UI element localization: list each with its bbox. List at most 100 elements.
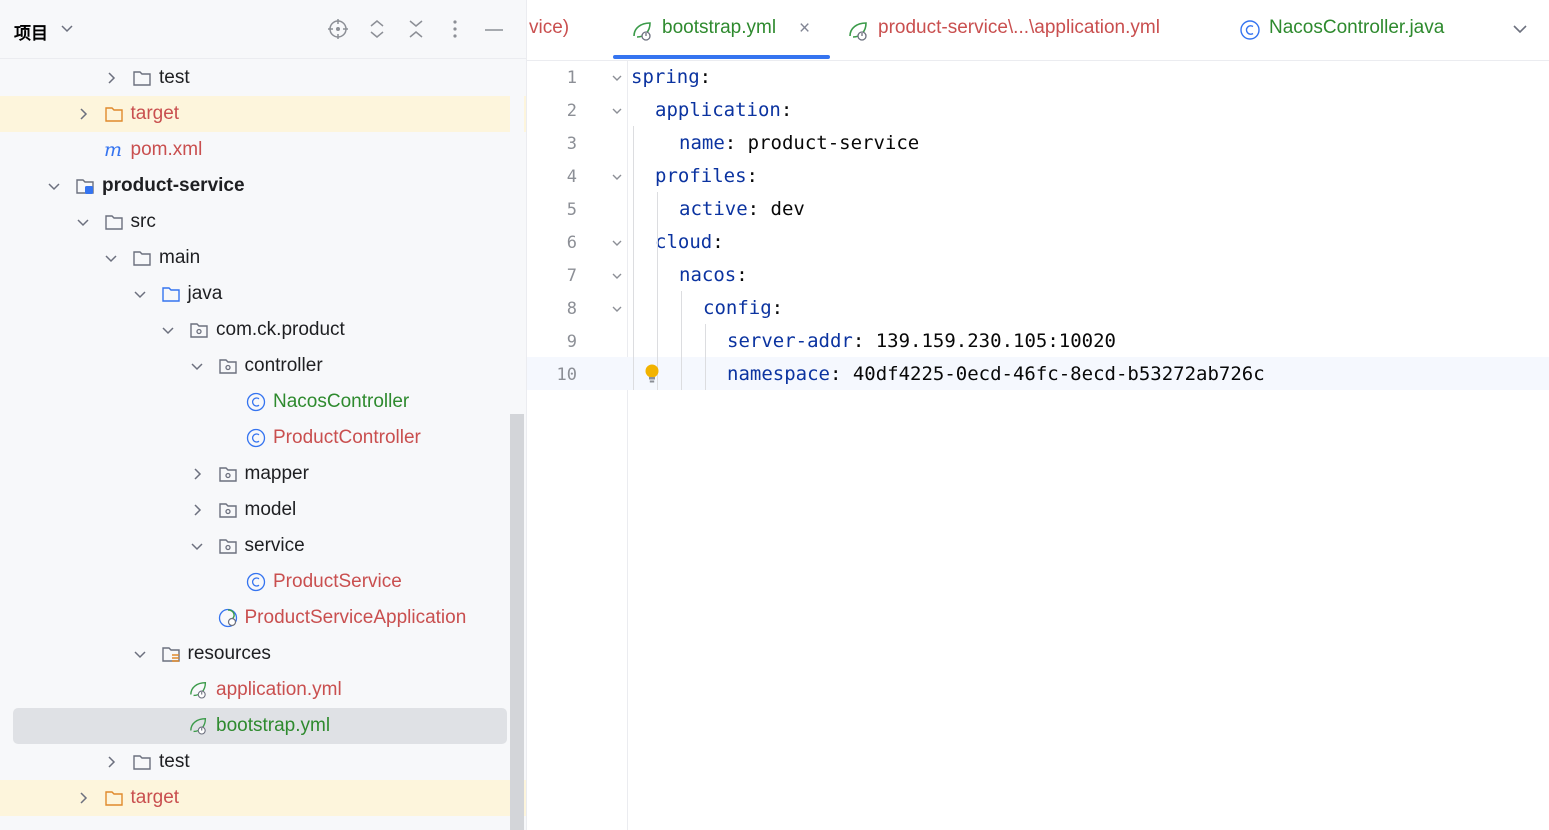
folder-icon xyxy=(132,68,152,88)
lightbulb-icon[interactable] xyxy=(644,363,660,385)
project-panel-title[interactable]: 项目 xyxy=(14,19,48,44)
chevron-down-icon[interactable] xyxy=(190,539,204,553)
code-line[interactable]: spring: xyxy=(631,66,711,88)
tree-row[interactable]: model xyxy=(0,492,526,528)
fold-chevron-icon[interactable] xyxy=(610,302,624,316)
chevron-down-icon[interactable] xyxy=(104,251,118,265)
tree-item-label: product-service xyxy=(102,175,245,196)
chevron-right-icon[interactable] xyxy=(76,107,90,121)
tree-row[interactable]: mapper xyxy=(0,456,526,492)
project-panel: 项目 test target m pom.xml product-service src m… xyxy=(0,0,527,830)
code-line[interactable]: application: xyxy=(655,99,792,121)
more-icon[interactable] xyxy=(444,18,466,40)
tree-row[interactable]: test xyxy=(0,744,526,780)
tab-bootstrap-yml[interactable]: bootstrap.yml xyxy=(662,17,776,39)
tree-row[interactable]: com.ck.product xyxy=(0,312,526,348)
code-line[interactable]: cloud: xyxy=(655,231,724,253)
tree-item-label: target xyxy=(130,787,180,808)
maven-icon: m xyxy=(104,139,124,161)
minimize-icon[interactable] xyxy=(483,18,505,40)
chevron-right-icon[interactable] xyxy=(190,503,204,517)
tree-item-label: ProductService xyxy=(273,571,402,592)
fold-chevron-icon[interactable] xyxy=(610,269,624,283)
code-view[interactable]: 1 spring: 2 application: 3 name: product-serv… xyxy=(527,60,1549,830)
tree-row[interactable]: target xyxy=(0,96,526,132)
tree-item-label: service xyxy=(244,535,305,556)
tree-row[interactable]: m pom.xml xyxy=(0,132,526,168)
tab-nacoscontroller-java[interactable]: NacosController.java xyxy=(1269,17,1444,39)
indent-guide xyxy=(681,291,682,390)
chevron-down-icon[interactable] xyxy=(76,215,90,229)
tree-row[interactable]: service xyxy=(0,528,526,564)
scrollbar-thumb[interactable] xyxy=(510,414,524,830)
yaml-key: application xyxy=(655,99,781,121)
chevron-right-icon[interactable] xyxy=(104,71,118,85)
chevron-right-icon[interactable] xyxy=(76,791,90,805)
chevron-down-icon[interactable] xyxy=(1512,22,1528,36)
code-line[interactable]: active: dev xyxy=(679,198,805,220)
tab-application-yml[interactable]: product-service\...\application.yml xyxy=(878,17,1160,39)
code-line[interactable]: name: product-service xyxy=(679,132,919,154)
chevron-down-icon[interactable] xyxy=(133,287,147,301)
fold-chevron-icon[interactable] xyxy=(610,104,624,118)
chevron-down-icon[interactable] xyxy=(190,359,204,373)
collapse-all-icon[interactable] xyxy=(405,18,427,40)
tree-item-label: com.ck.product xyxy=(216,319,345,340)
project-tree: test target m pom.xml product-service src main… xyxy=(0,60,526,830)
yaml-separator: : xyxy=(712,231,724,253)
tree-item-label: src xyxy=(130,211,156,232)
expand-all-icon[interactable] xyxy=(366,18,388,40)
chevron-right-icon[interactable] xyxy=(190,467,204,481)
editor-area: vice) bootstrap.yml × product-service\..… xyxy=(527,0,1549,830)
source-folder-icon xyxy=(161,284,181,304)
line-number: 4 xyxy=(566,167,577,187)
tab-close-icon[interactable]: × xyxy=(799,18,810,40)
line-number: 1 xyxy=(566,68,577,88)
yaml-separator: : xyxy=(724,132,737,154)
tree-row[interactable]: bootstrap.yml xyxy=(0,708,526,744)
tree-row[interactable]: ProductServiceApplication xyxy=(0,600,526,636)
tree-row[interactable]: controller xyxy=(0,348,526,384)
package-icon xyxy=(218,464,238,484)
chevron-down-icon[interactable] xyxy=(161,323,175,337)
tree-row[interactable]: test xyxy=(0,60,526,96)
fold-chevron-icon[interactable] xyxy=(610,170,624,184)
code-line[interactable]: server-addr: 139.159.230.105:10020 xyxy=(727,330,1116,352)
fold-chevron-icon[interactable] xyxy=(610,236,624,250)
yaml-key: profiles xyxy=(655,165,747,187)
tree-row[interactable]: ProductController xyxy=(0,420,526,456)
spring-boot-class-icon xyxy=(218,608,238,628)
tab-partial[interactable]: vice) xyxy=(529,17,569,39)
code-line[interactable]: nacos: xyxy=(679,264,748,286)
tree-item-label: model xyxy=(244,499,297,520)
svg-text:m: m xyxy=(104,140,122,160)
code-line[interactable]: profiles: xyxy=(655,165,758,187)
tree-row[interactable]: main xyxy=(0,240,526,276)
yaml-value: 139.159.230.105:10020 xyxy=(864,330,1116,352)
tree-row[interactable]: product-service xyxy=(0,168,526,204)
tree-row[interactable]: src xyxy=(0,204,526,240)
tree-row[interactable]: target xyxy=(0,780,526,816)
line-number: 7 xyxy=(566,266,577,286)
yaml-key: cloud xyxy=(655,231,713,253)
yaml-value: 40df4225-0ecd-46fc-8ecd-b53272ab726c xyxy=(841,363,1265,385)
chevron-right-icon[interactable] xyxy=(104,755,118,769)
chevron-down-icon[interactable] xyxy=(47,179,61,193)
tree-row[interactable]: NacosController xyxy=(0,384,526,420)
tree-row[interactable]: resources xyxy=(0,636,526,672)
code-line[interactable]: config: xyxy=(703,297,783,319)
tree-row[interactable]: ProductService xyxy=(0,564,526,600)
chevron-down-icon[interactable] xyxy=(133,647,147,661)
fold-chevron-icon[interactable] xyxy=(610,71,624,85)
class-icon xyxy=(246,392,266,412)
chevron-down-icon[interactable] xyxy=(60,21,74,35)
tree-row[interactable]: java xyxy=(0,276,526,312)
yaml-key: name xyxy=(679,132,725,154)
yaml-separator: : xyxy=(829,363,842,385)
spring-yml-icon xyxy=(633,22,651,41)
locate-icon[interactable] xyxy=(327,18,349,40)
tree-row[interactable]: application.yml xyxy=(0,672,526,708)
line-number: 5 xyxy=(566,200,577,220)
code-line[interactable]: namespace: 40df4225-0ecd-46fc-8ecd-b5327… xyxy=(727,363,1265,385)
module-icon xyxy=(75,176,95,196)
